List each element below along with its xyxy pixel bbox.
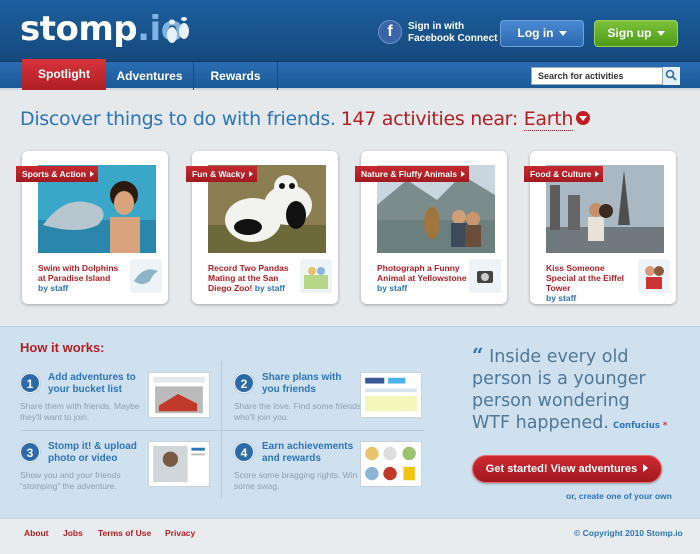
badges-screenshot [360, 441, 422, 487]
tab-adventures[interactable]: Adventures [106, 62, 194, 90]
activity-card[interactable]: Fun & Wacky Record Two Pandas Mating at … [186, 151, 338, 304]
footer-link-jobs[interactable]: Jobs [63, 528, 83, 538]
facebook-icon[interactable]: f [378, 20, 402, 44]
step-title: Earn achievements and rewards [262, 441, 354, 464]
activity-count: 147 activities near: [340, 108, 519, 130]
how-it-works-title: How it works: [20, 340, 105, 355]
copyright: © Copyright 2010 Stomp.io [574, 528, 683, 538]
location-selector[interactable]: Earth [523, 108, 573, 131]
step-number: 1 [20, 373, 40, 393]
activity-title[interactable]: Swim with Dolphins at Paradise Island by … [38, 263, 128, 293]
step-description: Share the love. Find some friends who'll… [234, 401, 362, 422]
tab-spotlight[interactable]: Spotlight [22, 59, 106, 90]
search-button[interactable] [662, 67, 680, 85]
get-started-button[interactable]: Get started! View adventures [472, 455, 662, 483]
footer-link-privacy[interactable]: Privacy [165, 528, 195, 538]
tab-rewards[interactable]: Rewards [194, 62, 278, 90]
step-description: Share them with friends. Maybe they'll w… [20, 401, 140, 422]
activity-card[interactable]: Food & Culture Kiss Someone Special at t… [524, 151, 676, 304]
kiss-icon [638, 259, 670, 293]
create-own-link-line: or, create one of your own [566, 491, 672, 501]
site-logo[interactable]: stomp.io [20, 9, 184, 49]
footer-link-about[interactable]: About [24, 528, 49, 538]
step-title: Share plans with you friends [262, 372, 342, 395]
activity-card[interactable]: Sports & Action Swim with Dolphins at Pa… [16, 151, 168, 304]
footprints-icon [167, 17, 189, 43]
activity-card[interactable]: Nature & Fluffy Animals Photograph a Fun… [355, 151, 507, 304]
upload-photo-screenshot [148, 441, 210, 487]
step-4: 4 Earn achievements and rewards Score so… [222, 430, 424, 499]
create-own-link[interactable]: create one of your own [579, 491, 672, 501]
facebook-connect-link[interactable]: Sign in with Facebook Connect [408, 21, 498, 45]
quote: “ Inside every old person is a younger p… [472, 344, 672, 437]
category-tag[interactable]: Fun & Wacky [186, 166, 258, 182]
quote-mark: “ [472, 343, 484, 367]
step-number: 3 [20, 442, 40, 462]
step-1: 1 Add adventures to your bucket list Sha… [20, 361, 222, 430]
step-description: Score some bragging rights. Win some swa… [234, 470, 358, 491]
share-plans-screenshot [360, 372, 422, 418]
search-input[interactable]: Search for activities [531, 67, 680, 85]
chevron-down-icon[interactable] [576, 110, 591, 125]
step-3: 3 Stomp it! & upload photo or video Show… [20, 430, 222, 499]
bucket-list-screenshot [148, 372, 210, 418]
category-tag[interactable]: Nature & Fluffy Animals [355, 166, 470, 182]
step-number: 2 [234, 373, 254, 393]
quote-author: Confucius [613, 421, 667, 431]
step-2: 2 Share plans with you friends Share the… [222, 361, 424, 430]
page-headline: Discover things to do with friends. 147 a… [20, 108, 591, 131]
step-description: Show you and your friends “stomping” the… [20, 470, 121, 491]
activity-title[interactable]: Kiss Someone Special at the Eiffel Tower… [546, 263, 636, 303]
step-title: Add adventures to your bucket list [48, 372, 136, 395]
dolphin-icon [130, 259, 162, 293]
category-tag[interactable]: Sports & Action [16, 166, 98, 182]
search-icon [665, 69, 677, 81]
chevron-right-icon [643, 464, 649, 472]
login-button[interactable]: Log in [500, 20, 584, 47]
step-number: 4 [234, 442, 254, 462]
chevron-down-icon [656, 31, 665, 37]
footer-link-terms[interactable]: Terms of Use [98, 528, 151, 538]
activity-title[interactable]: Photograph a Funny Animal at Yellowstone… [377, 263, 467, 293]
site-header: stomp.io f Sign in with Facebook Connect… [0, 0, 700, 62]
category-tag[interactable]: Food & Culture [524, 166, 604, 182]
step-title: Stomp it! & upload photo or video [48, 441, 137, 464]
activity-title[interactable]: Record Two Pandas Mating at the San Dieg… [208, 263, 298, 293]
chevron-down-icon [558, 31, 567, 37]
zoo-icon [300, 259, 332, 293]
camera-icon [469, 259, 501, 293]
steps-grid: 1 Add adventures to your bucket list Sha… [20, 361, 424, 499]
signup-button[interactable]: Sign up [594, 20, 678, 47]
headline-text: Discover things to do with friends. [20, 108, 336, 130]
main-nav: Spotlight Adventures Rewards Search for … [0, 59, 700, 90]
